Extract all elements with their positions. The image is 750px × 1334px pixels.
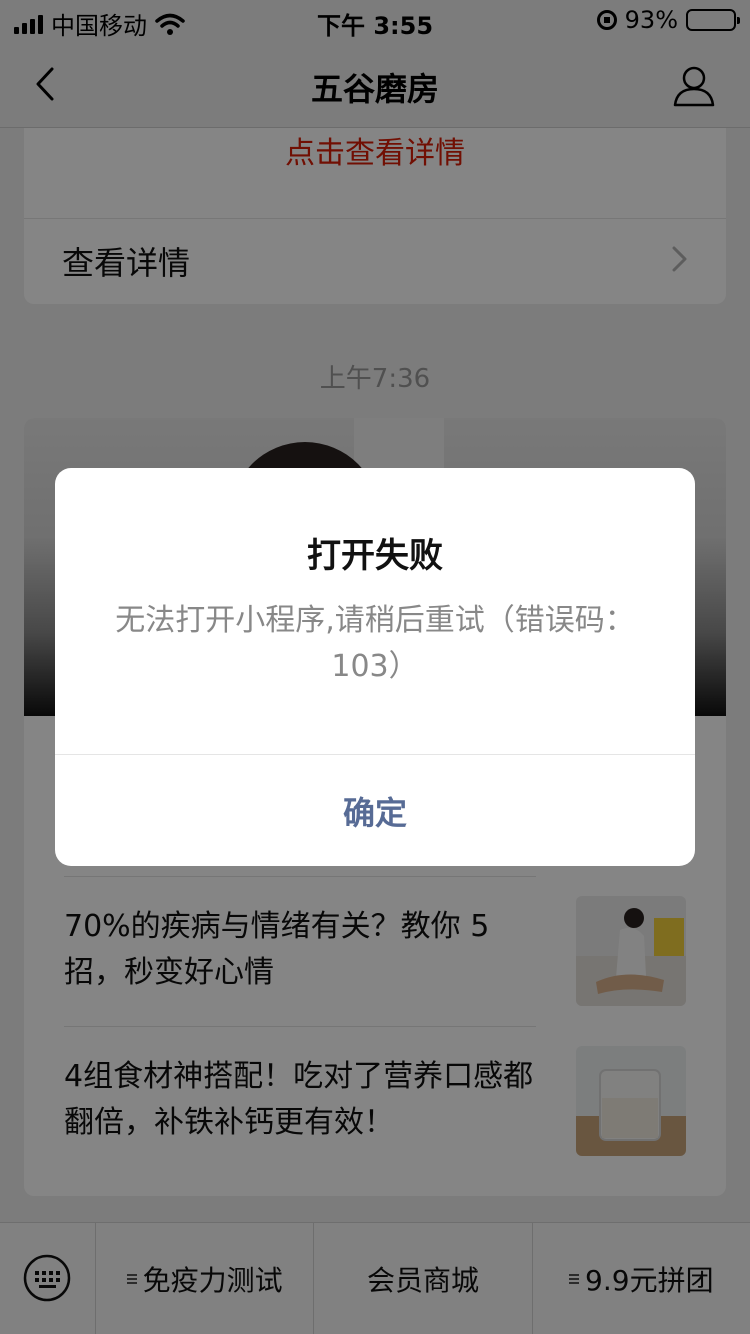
error-dialog: 打开失败 无法打开小程序,请稍后重试（错误码：103） 确定 (55, 468, 695, 866)
dialog-message: 无法打开小程序,请稍后重试（错误码：103） (115, 603, 635, 684)
dialog-title: 打开失败 (307, 536, 443, 576)
confirm-button[interactable]: 确定 (55, 755, 695, 866)
